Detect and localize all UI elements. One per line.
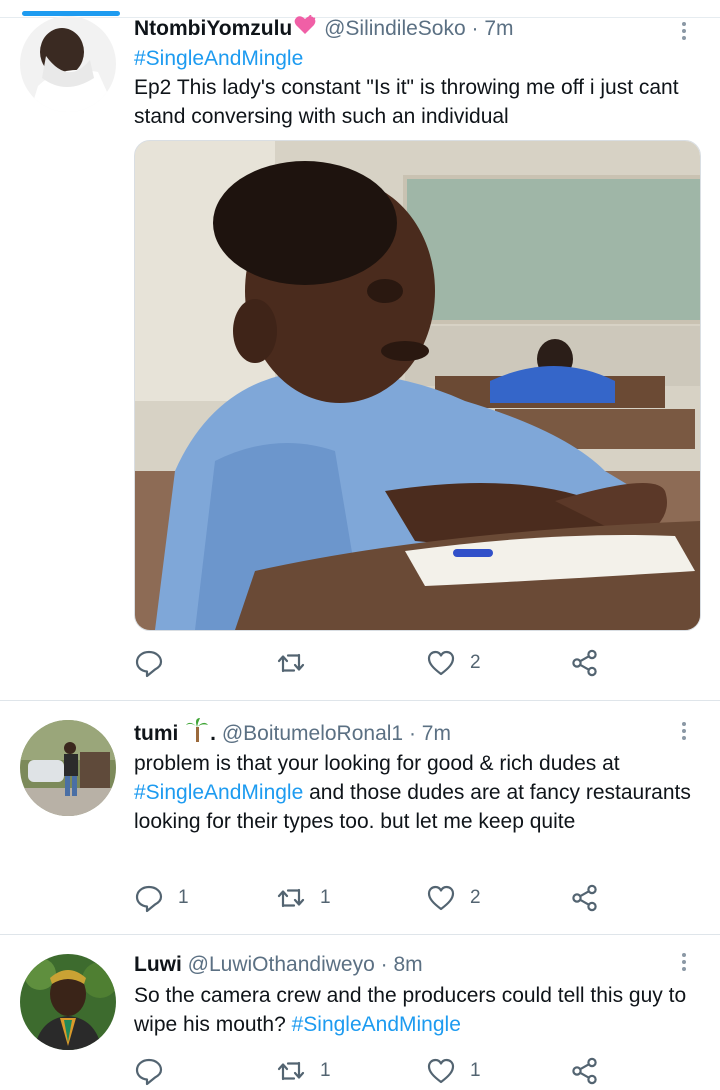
more-options-icon[interactable] bbox=[680, 22, 688, 44]
retweet-icon bbox=[277, 653, 305, 673]
hashtag-link[interactable]: #SingleAndMingle bbox=[292, 1013, 461, 1036]
display-name[interactable]: tumi bbox=[134, 722, 178, 745]
retweet-count: 1 bbox=[320, 887, 331, 908]
retweet-icon bbox=[277, 1061, 305, 1081]
palm-tree-icon bbox=[186, 718, 209, 751]
like-button[interactable]: 2 bbox=[426, 881, 481, 915]
avatar[interactable] bbox=[20, 954, 116, 1050]
reply-button[interactable] bbox=[134, 1054, 178, 1088]
share-icon bbox=[572, 884, 597, 912]
tweet-image[interactable] bbox=[134, 140, 701, 631]
share-button[interactable] bbox=[570, 646, 600, 680]
separator: · bbox=[471, 17, 479, 40]
retweet-button[interactable] bbox=[276, 646, 320, 680]
timestamp[interactable]: 7m bbox=[484, 17, 513, 40]
name-suffix: . bbox=[210, 722, 217, 746]
share-button[interactable] bbox=[570, 1054, 600, 1088]
tweet[interactable]: Luwi @LuwiOthandiweyo · 8m So the camera… bbox=[0, 935, 720, 1090]
like-button[interactable]: 2 bbox=[426, 646, 481, 680]
tweet-text: problem is that your looking for good & … bbox=[134, 749, 704, 836]
retweet-icon bbox=[277, 888, 305, 908]
separator: · bbox=[380, 953, 388, 976]
heart-icon bbox=[427, 650, 455, 676]
display-name[interactable]: Luwi bbox=[134, 953, 182, 976]
tweet[interactable]: NtombiYomzulu @SilindileSoko · 7m #Singl… bbox=[0, 0, 720, 700]
more-options-icon[interactable] bbox=[680, 953, 688, 975]
reply-count: 1 bbox=[178, 887, 189, 908]
tweet-actions: 1 1 2 bbox=[134, 881, 614, 915]
tweet-actions: 1 1 bbox=[134, 1054, 614, 1088]
tweet[interactable]: tumi . @BoitumeloRonal1 · 7m problem is … bbox=[0, 701, 720, 934]
share-button[interactable] bbox=[570, 881, 600, 915]
avatar[interactable] bbox=[20, 16, 116, 112]
tweet-body: Ep2 This lady's constant "Is it" is thro… bbox=[134, 76, 679, 128]
like-count: 2 bbox=[470, 887, 481, 908]
like-count: 1 bbox=[470, 1060, 481, 1081]
separator: · bbox=[408, 722, 416, 746]
hashtag-link[interactable]: #SingleAndMingle bbox=[134, 44, 704, 73]
share-icon bbox=[572, 649, 597, 677]
reply-button[interactable]: 1 bbox=[134, 881, 189, 915]
more-options-icon[interactable] bbox=[680, 722, 688, 744]
reply-button[interactable] bbox=[134, 646, 178, 680]
reply-icon bbox=[135, 1058, 163, 1086]
timestamp[interactable]: 8m bbox=[393, 953, 422, 976]
retweet-count: 1 bbox=[320, 1060, 331, 1081]
tweet-actions: 2 bbox=[134, 646, 614, 680]
retweet-button[interactable]: 1 bbox=[276, 1054, 331, 1088]
display-name[interactable]: NtombiYomzulu bbox=[134, 17, 292, 40]
share-icon bbox=[572, 1057, 597, 1085]
like-button[interactable]: 1 bbox=[426, 1054, 481, 1088]
avatar[interactable] bbox=[20, 720, 116, 816]
pink-heart-icon bbox=[294, 14, 316, 44]
tweet-body: problem is that your looking for good & … bbox=[134, 752, 620, 775]
reply-icon bbox=[135, 885, 163, 913]
tweet-text: So the camera crew and the producers cou… bbox=[134, 981, 704, 1039]
tweet-header: Luwi @LuwiOthandiweyo · 8m bbox=[134, 950, 423, 980]
hashtag-link[interactable]: #SingleAndMingle bbox=[134, 781, 303, 804]
reply-icon bbox=[135, 650, 163, 678]
tweet-text: #SingleAndMingle Ep2 This lady's constan… bbox=[134, 44, 704, 131]
retweet-button[interactable]: 1 bbox=[276, 881, 331, 915]
heart-icon bbox=[427, 1058, 455, 1084]
tweet-header: tumi . @BoitumeloRonal1 · 7m bbox=[134, 718, 451, 748]
user-handle[interactable]: @LuwiOthandiweyo bbox=[188, 953, 375, 976]
tweet-header: NtombiYomzulu @SilindileSoko · 7m bbox=[134, 14, 514, 44]
heart-icon bbox=[427, 885, 455, 911]
user-handle[interactable]: @BoitumeloRonal1 bbox=[222, 722, 403, 745]
timestamp[interactable]: 7m bbox=[422, 722, 451, 745]
user-handle[interactable]: @SilindileSoko bbox=[324, 17, 466, 40]
like-count: 2 bbox=[470, 652, 481, 673]
